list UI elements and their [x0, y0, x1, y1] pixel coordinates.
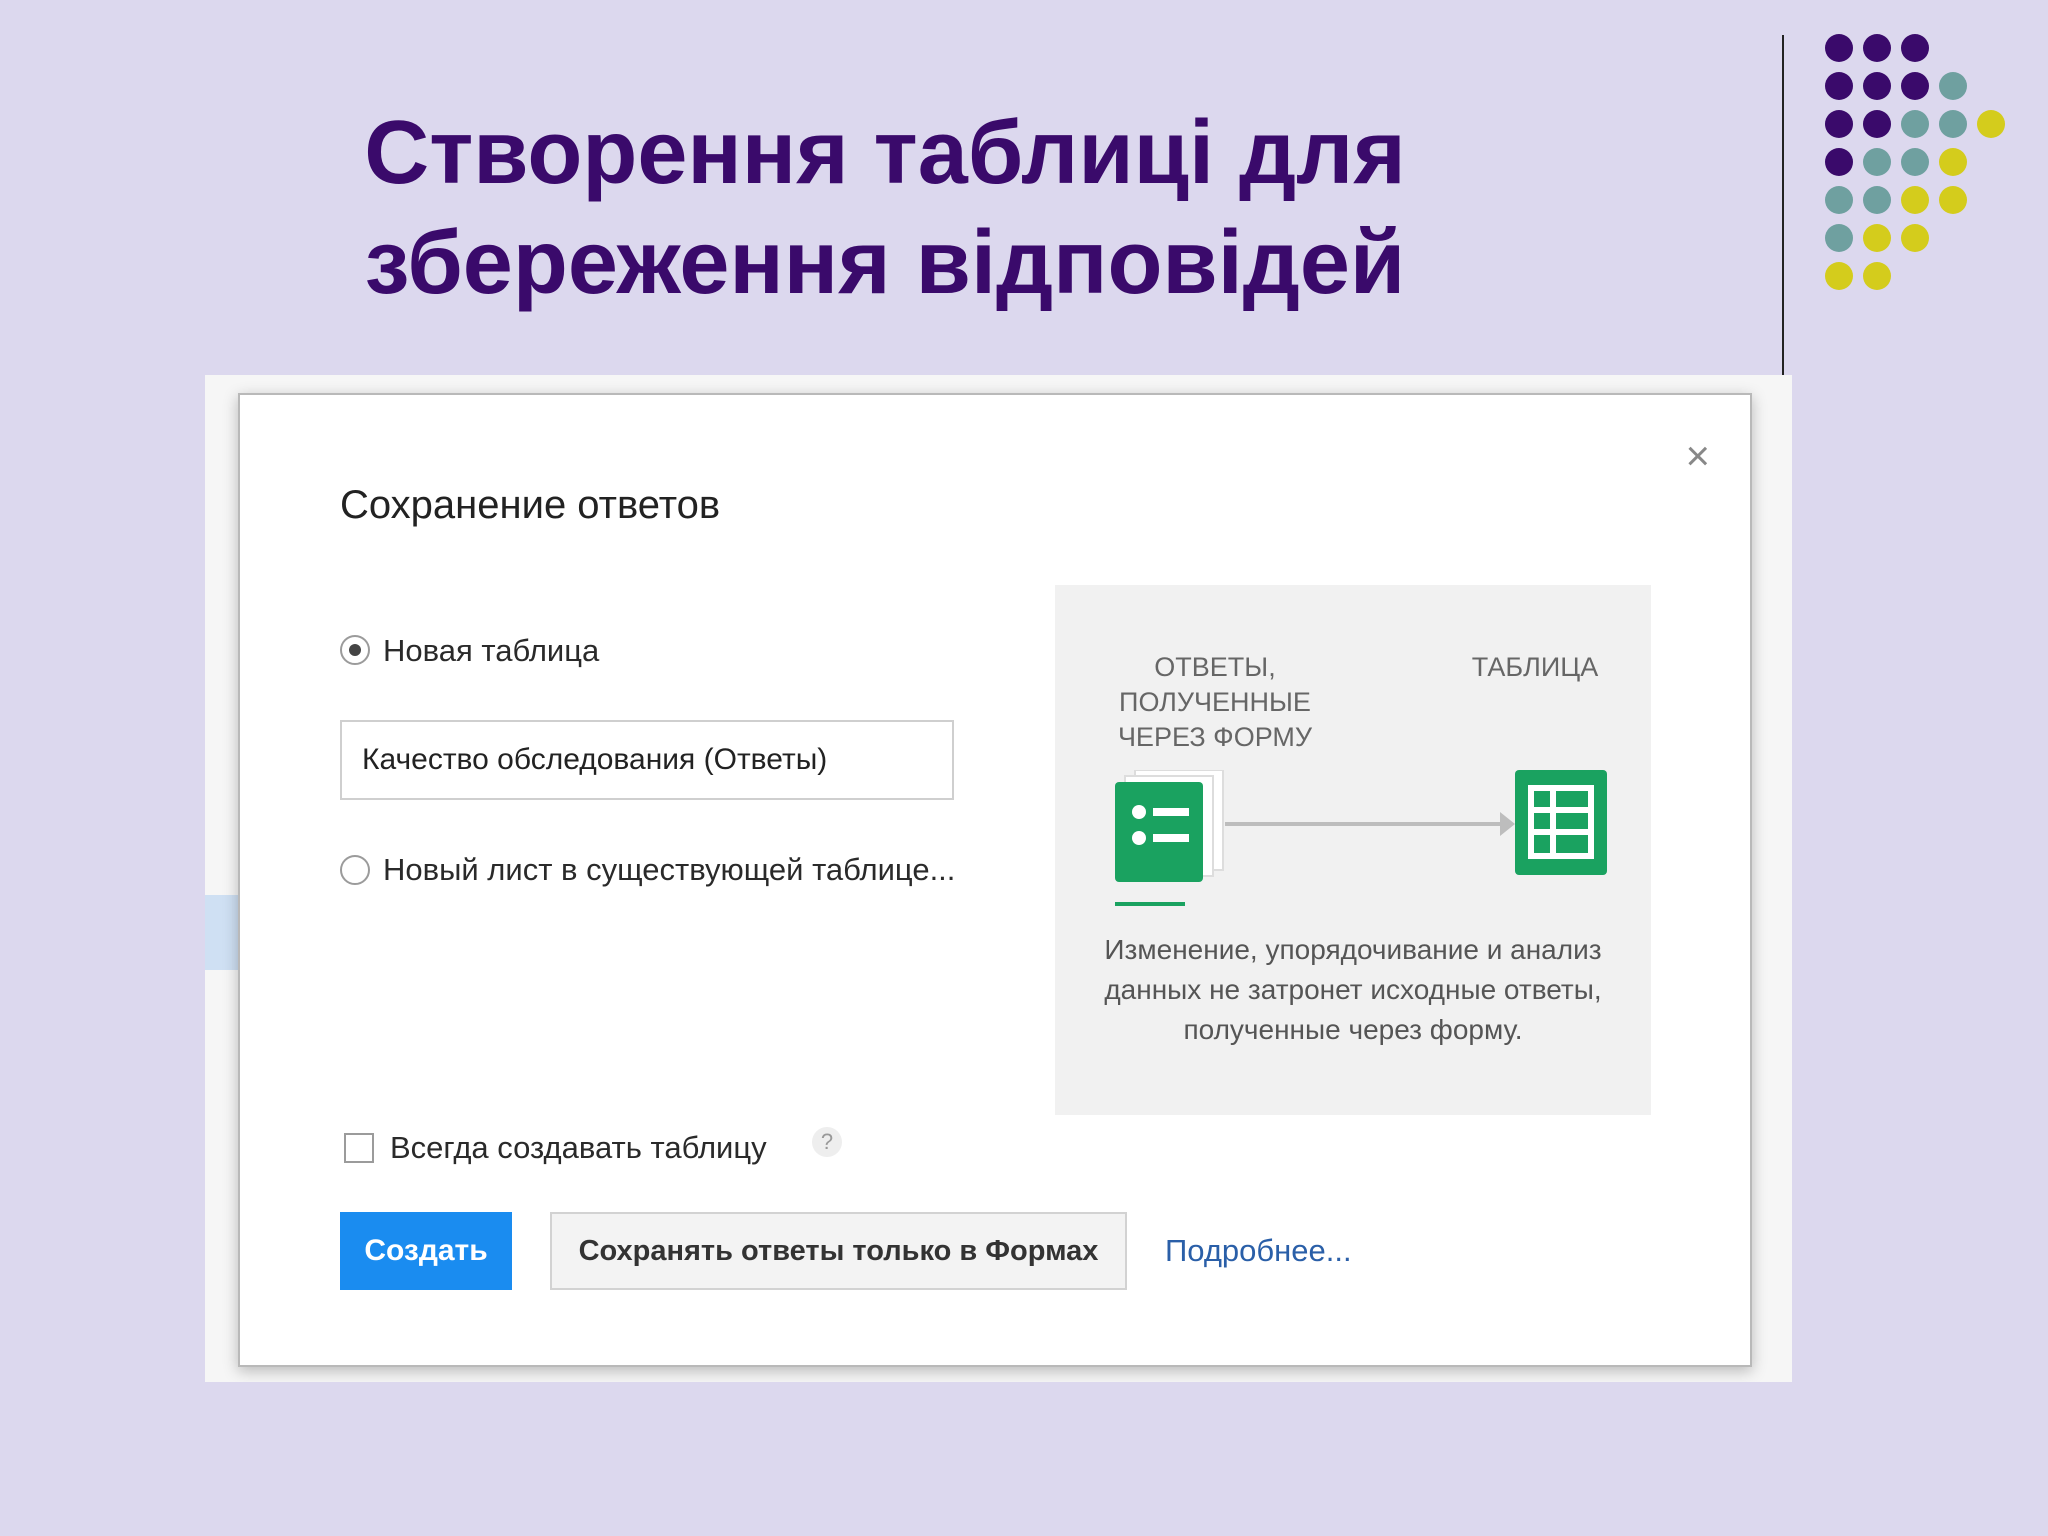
decorative-dot — [1901, 224, 1929, 252]
save-responses-dialog: × Сохранение ответов Новая таблица Новый… — [238, 393, 1752, 1367]
decorative-dot — [1825, 72, 1853, 100]
decorative-dot — [1939, 186, 1967, 214]
responses-heading-line-2: ПОЛУЧЕННЫЕ — [1119, 687, 1311, 717]
decorative-dot — [1901, 34, 1929, 62]
decorative-dot — [1901, 148, 1929, 176]
info-panel: ОТВЕТЫ, ПОЛУЧЕННЫЕ ЧЕРЕЗ ФОРМУ ТАБЛИЦА И… — [1055, 585, 1651, 1115]
always-create-label[interactable]: Всегда создавать таблицу — [390, 1130, 767, 1166]
decorative-dot — [1825, 262, 1853, 290]
slide-title-line-1: Створення таблиці для — [364, 103, 1406, 203]
decorative-dot — [1863, 72, 1891, 100]
decorative-dot — [1825, 148, 1853, 176]
help-icon[interactable]: ? — [812, 1127, 842, 1157]
decorative-dot — [1901, 72, 1929, 100]
decorative-dot — [1863, 262, 1891, 290]
embedded-screenshot: × Сохранение ответов Новая таблица Новый… — [205, 375, 1792, 1382]
decorative-dot — [1825, 186, 1853, 214]
create-button[interactable]: Создать — [340, 1212, 512, 1290]
slide-title: Створення таблиці для збереження відпові… — [290, 98, 1480, 318]
decorative-dot — [1939, 72, 1967, 100]
forms-icon — [1115, 770, 1224, 906]
more-info-link[interactable]: Подробнее... — [1165, 1233, 1352, 1269]
responses-to-spreadsheet-diagram — [1115, 770, 1607, 906]
new-table-radio[interactable] — [340, 635, 370, 665]
decorative-dot — [1863, 224, 1891, 252]
divider-line — [1782, 35, 1784, 375]
table-name-input[interactable] — [340, 720, 954, 800]
new-table-label[interactable]: Новая таблица — [383, 633, 599, 669]
decorative-dot — [1939, 148, 1967, 176]
decorative-dot — [1825, 224, 1853, 252]
slide-title-line-2: збереження відповідей — [364, 213, 1406, 313]
decorative-dot — [1977, 110, 2005, 138]
spreadsheet-heading: ТАБЛИЦА — [1471, 652, 1599, 682]
decorative-dot — [1863, 148, 1891, 176]
responses-heading: ОТВЕТЫ, ПОЛУЧЕННЫЕ ЧЕРЕЗ ФОРМУ — [1095, 650, 1335, 755]
existing-table-radio[interactable] — [340, 855, 370, 885]
decorative-dot — [1825, 34, 1853, 62]
background-selection-strip — [205, 895, 239, 970]
decorative-dot — [1863, 110, 1891, 138]
always-create-checkbox[interactable] — [344, 1133, 374, 1163]
info-description: Изменение, упорядочивание и анализ данны… — [1104, 934, 1602, 1045]
responses-heading-line-1: ОТВЕТЫ, — [1154, 652, 1276, 682]
arrow-right-icon — [1225, 812, 1515, 836]
decorative-dot — [1863, 34, 1891, 62]
forms-only-button[interactable]: Сохранять ответы только в Формах — [550, 1212, 1127, 1290]
decorative-dot — [1901, 186, 1929, 214]
spreadsheet-icon — [1515, 770, 1607, 875]
decorative-dot — [1863, 186, 1891, 214]
decorative-dot — [1825, 110, 1853, 138]
decorative-dot — [1939, 110, 1967, 138]
dialog-title: Сохранение ответов — [340, 483, 721, 527]
responses-heading-line-3: ЧЕРЕЗ ФОРМУ — [1117, 722, 1313, 752]
existing-table-label[interactable]: Новый лист в существующей таблице... — [383, 852, 955, 888]
close-icon[interactable]: × — [1685, 435, 1710, 477]
decorative-dot — [1901, 110, 1929, 138]
